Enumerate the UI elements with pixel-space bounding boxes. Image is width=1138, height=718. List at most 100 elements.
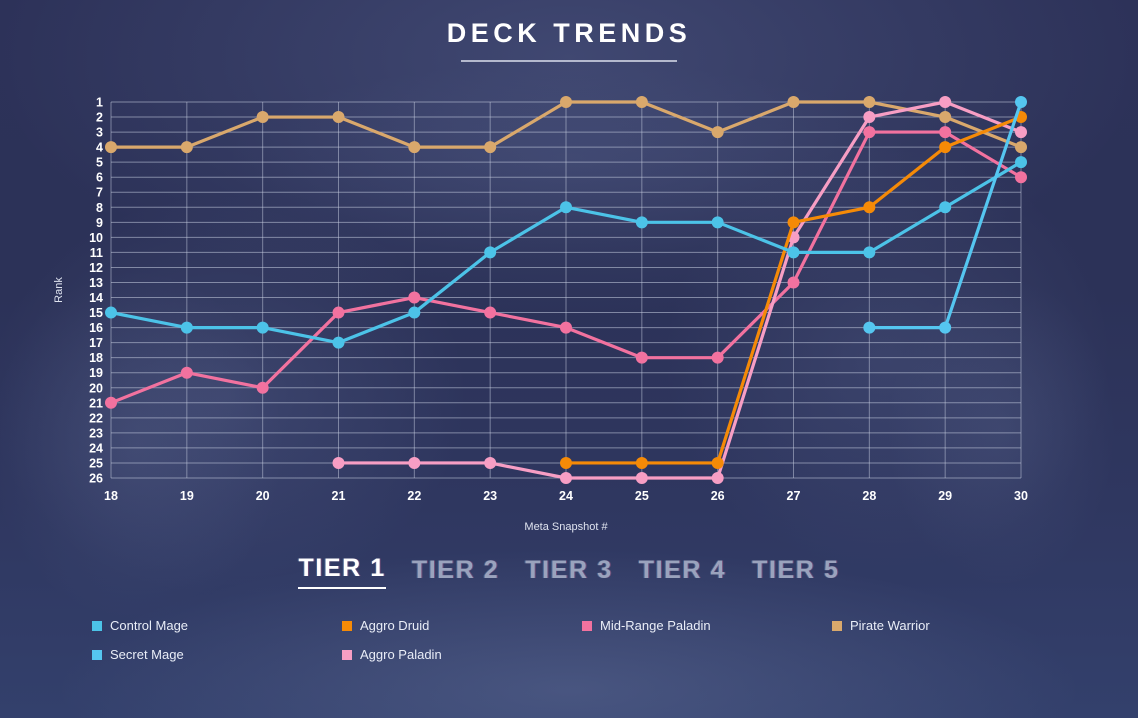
data-point-marker[interactable] <box>635 351 648 364</box>
data-point-marker[interactable] <box>787 276 800 289</box>
x-axis-tick-label: 18 <box>104 489 118 503</box>
data-point-marker[interactable] <box>408 291 421 304</box>
y-axis-tick-label: 4 <box>96 141 103 155</box>
y-axis-title: Rank <box>53 277 65 303</box>
x-axis-tick-label: 19 <box>180 489 194 503</box>
data-point-marker[interactable] <box>105 306 117 319</box>
y-axis-tick-label: 17 <box>89 336 103 350</box>
data-point-marker[interactable] <box>105 396 117 409</box>
data-point-marker[interactable] <box>332 456 345 469</box>
tier-tab-2[interactable]: TIER 2 <box>412 558 499 589</box>
data-point-marker[interactable] <box>635 216 648 229</box>
x-axis-tick-label: 23 <box>483 489 497 503</box>
legend-item-mid-range-paladin[interactable]: Mid-Range Paladin <box>582 618 832 633</box>
y-axis-tick-label: 1 <box>96 96 103 110</box>
tier-tab-3[interactable]: TIER 3 <box>525 558 612 589</box>
deck-trends-line-chart: 1234567891011121314151617181920212223242… <box>53 96 1028 534</box>
data-point-marker[interactable] <box>408 456 421 469</box>
y-axis-tick-label: 16 <box>89 321 103 335</box>
x-axis-tick-label: 20 <box>256 489 270 503</box>
data-point-marker[interactable] <box>787 96 800 108</box>
data-point-marker[interactable] <box>863 246 876 259</box>
data-point-marker[interactable] <box>332 336 345 349</box>
x-axis-tick-label: 22 <box>407 489 421 503</box>
legend-swatch-icon <box>342 649 352 660</box>
data-point-marker[interactable] <box>484 456 497 469</box>
data-point-marker[interactable] <box>939 201 952 214</box>
data-point-marker[interactable] <box>863 201 876 214</box>
data-point-marker[interactable] <box>332 306 345 319</box>
data-point-marker[interactable] <box>180 321 193 334</box>
tier-tab-5[interactable]: TIER 5 <box>752 558 839 589</box>
data-point-marker[interactable] <box>256 321 269 334</box>
data-point-marker[interactable] <box>560 201 572 214</box>
data-point-marker[interactable] <box>560 472 572 484</box>
data-point-marker[interactable] <box>1015 96 1027 108</box>
data-point-marker[interactable] <box>560 96 572 108</box>
data-point-marker[interactable] <box>939 96 952 108</box>
chart-container: 1 2 3 4 5 6 7 8 9 10 11 12 13 14 15 16 17 18 19 20 21 22 23 24 2… <box>0 0 1138 560</box>
data-point-marker[interactable] <box>256 111 269 124</box>
y-axis-tick-label: 23 <box>89 426 103 440</box>
data-point-marker[interactable] <box>560 456 572 469</box>
y-axis-tick-label: 13 <box>89 276 103 290</box>
data-point-marker[interactable] <box>711 351 724 364</box>
data-point-marker[interactable] <box>863 111 876 124</box>
data-point-marker[interactable] <box>332 111 345 124</box>
data-point-marker[interactable] <box>787 216 800 229</box>
data-point-marker[interactable] <box>180 366 193 379</box>
data-point-marker[interactable] <box>711 456 724 469</box>
y-axis-tick-label: 18 <box>89 351 103 365</box>
data-point-marker[interactable] <box>711 472 724 484</box>
data-point-marker[interactable] <box>408 306 421 319</box>
legend-item-aggro-druid[interactable]: Aggro Druid <box>342 618 582 633</box>
legend-item-pirate-warrior[interactable]: Pirate Warrior <box>832 618 1032 633</box>
data-point-marker[interactable] <box>863 321 876 334</box>
data-point-marker[interactable] <box>939 321 952 334</box>
y-axis-tick-label: 25 <box>89 456 103 470</box>
tier-tab-bar: TIER 1 TIER 2 TIER 3 TIER 4 TIER 5 <box>0 556 1138 589</box>
data-point-marker[interactable] <box>939 141 952 154</box>
data-point-marker[interactable] <box>105 141 117 154</box>
data-point-marker[interactable] <box>408 141 421 154</box>
legend-swatch-icon <box>342 620 352 631</box>
legend-swatch-icon <box>582 620 592 631</box>
data-point-marker[interactable] <box>484 306 497 319</box>
data-point-marker[interactable] <box>560 321 572 334</box>
data-point-marker[interactable] <box>1015 141 1027 154</box>
data-point-marker[interactable] <box>1015 126 1027 139</box>
y-axis-tick-label: 7 <box>96 186 103 200</box>
data-point-marker[interactable] <box>711 126 724 139</box>
tier-tab-4[interactable]: TIER 4 <box>639 558 726 589</box>
tier-tab-1[interactable]: TIER 1 <box>298 556 386 589</box>
data-point-marker[interactable] <box>863 96 876 108</box>
legend-item-secret-mage[interactable]: Secret Mage <box>92 647 342 662</box>
data-point-marker[interactable] <box>484 246 497 259</box>
data-point-marker[interactable] <box>256 381 269 394</box>
data-point-marker[interactable] <box>635 456 648 469</box>
legend-item-control-mage[interactable]: Control Mage <box>92 618 342 633</box>
y-axis-tick-label: 3 <box>96 126 103 140</box>
x-axis-tick-label: 29 <box>938 489 952 503</box>
data-point-marker[interactable] <box>711 216 724 229</box>
legend-label: Aggro Paladin <box>360 647 442 662</box>
data-point-marker[interactable] <box>939 126 952 139</box>
data-point-marker[interactable] <box>787 246 800 259</box>
data-point-marker[interactable] <box>1015 156 1027 169</box>
y-axis-tick-label: 5 <box>96 156 103 170</box>
y-axis-tick-label: 12 <box>89 261 103 275</box>
data-point-marker[interactable] <box>635 96 648 108</box>
y-axis-tick-label: 11 <box>90 246 103 260</box>
data-point-marker[interactable] <box>863 126 876 139</box>
legend-item-aggro-paladin[interactable]: Aggro Paladin <box>342 647 582 662</box>
data-point-marker[interactable] <box>484 141 497 154</box>
data-point-marker[interactable] <box>635 472 648 484</box>
data-point-marker[interactable] <box>939 111 952 124</box>
chart-legend: Control Mage Aggro Druid Mid-Range Paladin… <box>92 618 1072 662</box>
x-axis-tick-label: 27 <box>787 489 801 503</box>
y-axis-tick-label: 6 <box>96 171 103 185</box>
legend-swatch-icon <box>92 649 102 660</box>
x-axis-tick-label: 24 <box>559 489 573 503</box>
data-point-marker[interactable] <box>1015 171 1027 184</box>
data-point-marker[interactable] <box>180 141 193 154</box>
